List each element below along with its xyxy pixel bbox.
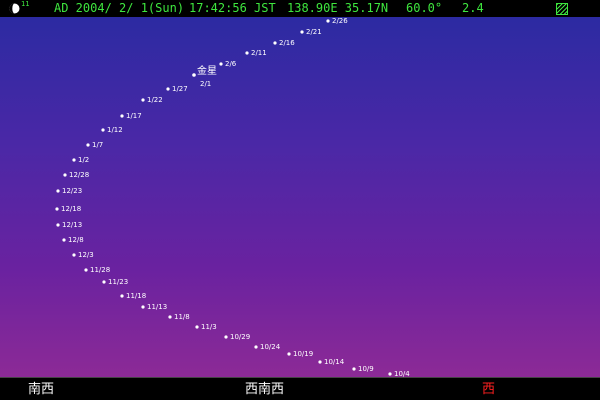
track-date-label: 10/9 [358, 365, 374, 373]
track-date-label: 1/17 [126, 112, 142, 120]
track-date-label: 1/22 [147, 96, 163, 104]
track-point [63, 173, 67, 177]
date-display[interactable]: AD 2004/ 2/ 1(Sun) [54, 0, 184, 17]
direction-west-label: 西 [482, 382, 496, 397]
location-display[interactable]: 138.90E 35.17N [287, 0, 388, 17]
track-date-label: 12/28 [69, 171, 89, 179]
sky-view[interactable]: 2/26 2/21 2/16 2/11 2/6 1/27 1/22 1/17 1/12 1/7 1/… [0, 17, 600, 377]
direction-west-southwest-label: 西南西 [245, 382, 285, 397]
track-date-label: 11/8 [174, 313, 190, 321]
display-mode-button[interactable] [556, 3, 568, 15]
track-date-label: 11/28 [90, 266, 110, 274]
field-of-view-display[interactable]: 60.0° [406, 0, 442, 17]
track-point [56, 223, 60, 227]
track-point [72, 158, 76, 162]
direction-southwest-label: 南西 [28, 382, 55, 397]
time-display[interactable]: 17:42:56 JST [189, 0, 276, 17]
venus-date-label: 2/1 [200, 80, 211, 88]
track-date-label: 1/2 [78, 156, 89, 164]
track-date-label: 2/11 [251, 49, 267, 57]
track-point [102, 280, 106, 284]
limiting-magnitude-display[interactable]: 2.4 [462, 0, 484, 17]
venus-marker[interactable]: 金星 2/1 [192, 64, 217, 88]
venus-point [192, 73, 196, 77]
track-point [120, 114, 124, 118]
track-point [84, 268, 88, 272]
venus-track: 2/26 2/21 2/16 2/11 2/6 1/27 1/22 1/171/12 1/71/… [55, 17, 410, 377]
track-date-label: 11/3 [201, 323, 217, 331]
track-date-label: 10/19 [293, 350, 313, 358]
track-date-label: 1/27 [172, 85, 188, 93]
horizon-bar: 南西 西南西 西 [0, 377, 600, 400]
track-point [168, 315, 172, 319]
track-date-label: 11/13 [147, 303, 167, 311]
venus-name-label: 金星 [197, 64, 217, 77]
track-date-label: 10/29 [230, 333, 250, 341]
track-point [55, 207, 59, 211]
track-point [318, 360, 322, 364]
track-point [388, 372, 392, 376]
track-date-label: 2/26 [332, 17, 348, 25]
moon-age-value: 11 [21, 0, 30, 8]
track-date-label: 2/21 [306, 28, 322, 36]
track-point [141, 305, 145, 309]
planetarium-window: 11 AD 2004/ 2/ 1(Sun) 17:42:56 JST 138.9… [0, 0, 600, 400]
moon-phase-icon[interactable] [9, 3, 20, 14]
track-point [326, 19, 330, 23]
track-date-label: 12/18 [61, 205, 81, 213]
track-point [254, 345, 258, 349]
track-date-label: 12/3 [78, 251, 94, 259]
track-point [101, 128, 105, 132]
track-date-label: 11/18 [126, 292, 146, 300]
track-point [245, 51, 249, 55]
track-point [352, 367, 356, 371]
track-date-label: 1/12 [107, 126, 123, 134]
track-point [86, 143, 90, 147]
track-point [300, 30, 304, 34]
track-date-label: 12/23 [62, 187, 82, 195]
track-point [72, 253, 76, 257]
track-point [141, 98, 145, 102]
track-point [224, 335, 228, 339]
track-date-label: 12/8 [68, 236, 84, 244]
track-date-label: 10/24 [260, 343, 281, 351]
track-date-label: 2/6 [225, 60, 237, 68]
track-date-label: 12/13 [62, 221, 82, 229]
track-point [56, 189, 60, 193]
track-date-label: 1/7 [92, 141, 103, 149]
track-date-label: 2/16 [279, 39, 295, 47]
track-point [120, 294, 124, 298]
track-point [287, 352, 291, 356]
track-point [195, 325, 199, 329]
status-bar: 11 AD 2004/ 2/ 1(Sun) 17:42:56 JST 138.9… [0, 0, 600, 17]
track-date-label: 10/14 [324, 358, 345, 366]
track-point [273, 41, 277, 45]
track-point [166, 87, 170, 91]
track-date-label: 11/23 [108, 278, 128, 286]
track-point [62, 238, 66, 242]
track-date-label: 10/4 [394, 370, 410, 377]
track-point [219, 62, 223, 66]
